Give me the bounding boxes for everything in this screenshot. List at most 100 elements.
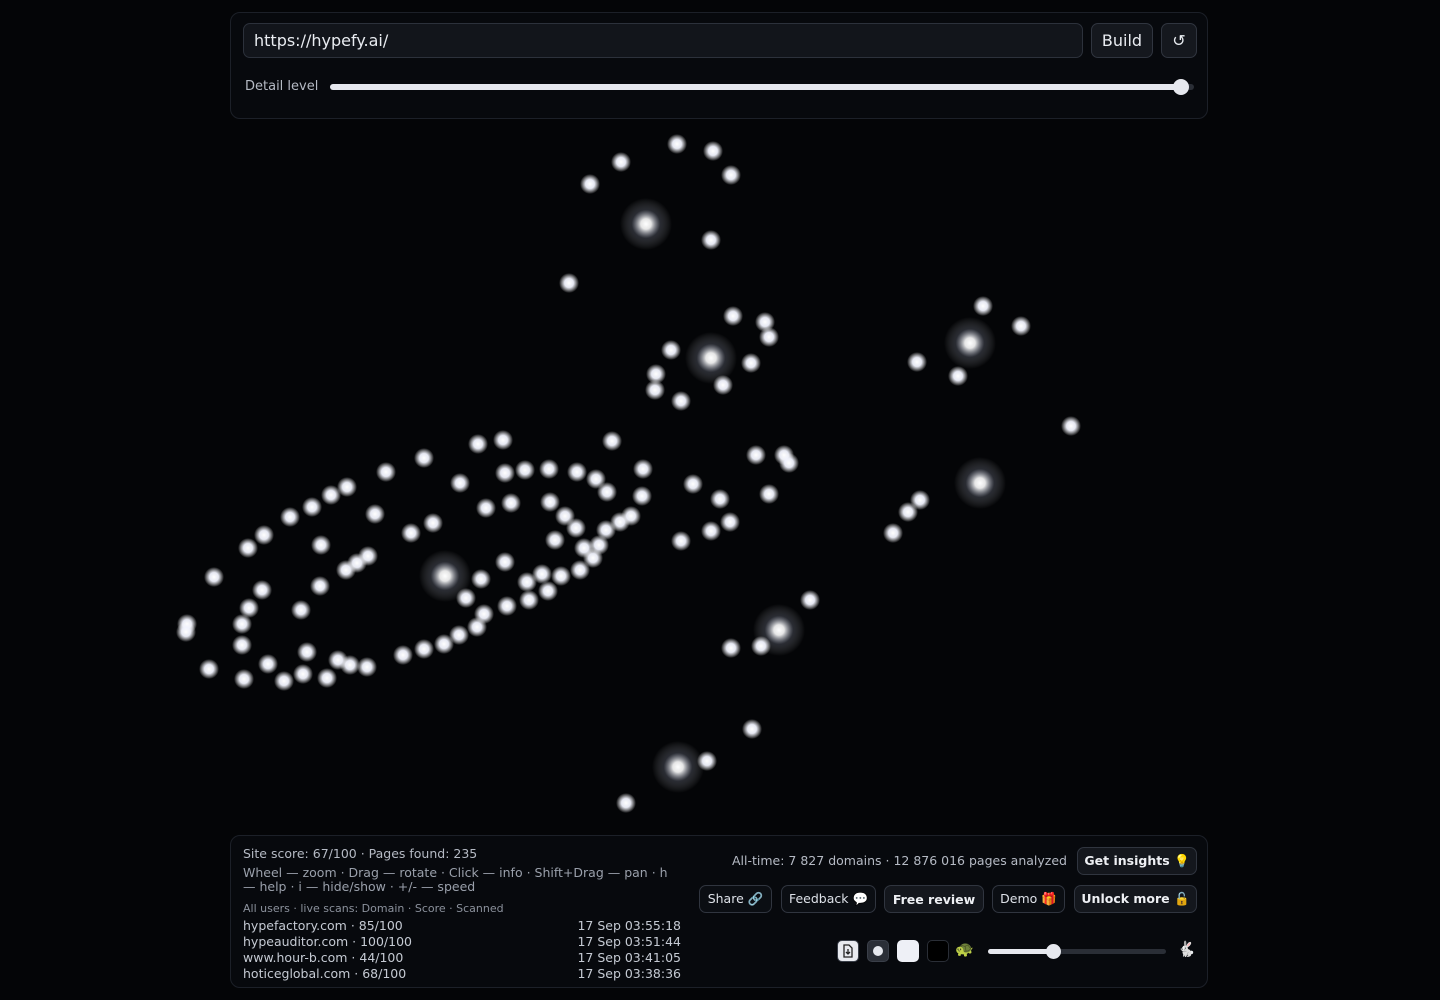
graph-node[interactable] — [274, 671, 294, 691]
detail-level-slider[interactable] — [330, 79, 1194, 95]
graph-node[interactable] — [580, 174, 600, 194]
graph-node[interactable] — [515, 460, 535, 480]
graph-node[interactable] — [721, 165, 741, 185]
graph-node[interactable] — [574, 538, 594, 558]
graph-node-hub[interactable] — [685, 332, 737, 384]
graph-node[interactable] — [204, 567, 224, 587]
graph-node[interactable] — [449, 625, 469, 645]
graph-node[interactable] — [1011, 316, 1031, 336]
graph-node[interactable] — [907, 352, 927, 372]
graph-node[interactable] — [297, 642, 317, 662]
graph-node[interactable] — [723, 306, 743, 326]
graph-node[interactable] — [476, 498, 496, 518]
list-item[interactable]: hypefactory.com · 85/100 17 Sep 03:55:18 — [243, 918, 681, 934]
graph-node[interactable] — [746, 445, 766, 465]
graph-node[interactable] — [597, 482, 617, 502]
graph-node[interactable] — [280, 507, 300, 527]
graph-node[interactable] — [559, 273, 579, 293]
graph-node[interactable] — [567, 462, 587, 482]
graph-node[interactable] — [497, 596, 517, 616]
graph-node[interactable] — [376, 462, 396, 482]
graph-node[interactable] — [710, 489, 730, 509]
graph-node[interactable] — [414, 639, 434, 659]
graph-node[interactable] — [328, 650, 348, 670]
speed-slider[interactable] — [988, 944, 1166, 959]
graph-node[interactable] — [701, 521, 721, 541]
graph-node[interactable] — [633, 459, 653, 479]
graph-node[interactable] — [671, 531, 691, 551]
graph-node[interactable] — [632, 486, 652, 506]
graph-node[interactable] — [545, 530, 565, 550]
graph-node[interactable] — [238, 538, 258, 558]
demo-button[interactable]: Demo 🎁 — [992, 885, 1065, 913]
graph-node[interactable] — [365, 504, 385, 524]
graph-node[interactable] — [566, 518, 586, 538]
graph-node[interactable] — [683, 474, 703, 494]
detail-level-thumb[interactable] — [1173, 79, 1190, 95]
graph-node[interactable] — [671, 391, 691, 411]
graph-node[interactable] — [291, 600, 311, 620]
graph-node[interactable] — [401, 523, 421, 543]
free-review-button[interactable]: Free review — [884, 885, 984, 913]
graph-node[interactable] — [414, 448, 434, 468]
graph-node[interactable] — [703, 141, 723, 161]
url-input[interactable] — [243, 23, 1083, 58]
graph-node[interactable] — [493, 430, 513, 450]
graph-node-hub[interactable] — [954, 457, 1006, 509]
graph-node[interactable] — [302, 497, 322, 517]
graph-node[interactable] — [254, 525, 274, 545]
graph-node[interactable] — [645, 380, 665, 400]
reset-icon[interactable]: ↺ — [1161, 23, 1197, 58]
graph-node[interactable] — [539, 459, 559, 479]
graph-node[interactable] — [456, 588, 476, 608]
graph-node[interactable] — [713, 375, 733, 395]
graph-node[interactable] — [310, 576, 330, 596]
graph-node[interactable] — [357, 657, 377, 677]
graph-node[interactable] — [471, 569, 491, 589]
graph-nodes[interactable] — [176, 134, 1081, 813]
graph-node[interactable] — [336, 560, 356, 580]
graph-node[interactable] — [742, 719, 762, 739]
graph-node[interactable] — [232, 614, 252, 634]
graph-node[interactable] — [468, 434, 488, 454]
graph-node[interactable] — [800, 590, 820, 610]
graph-node[interactable] — [495, 463, 515, 483]
graph-node-hub[interactable] — [652, 741, 704, 793]
graph-node[interactable] — [293, 664, 313, 684]
graph-node[interactable] — [474, 604, 494, 624]
graph-node-hub[interactable] — [620, 198, 672, 250]
graph-node[interactable] — [621, 506, 641, 526]
share-button[interactable]: Share 🔗 — [699, 885, 772, 913]
graph-node[interactable] — [667, 134, 687, 154]
graph-node[interactable] — [759, 327, 779, 347]
graph-node[interactable] — [199, 659, 219, 679]
graph-node[interactable] — [519, 590, 539, 610]
graph-node[interactable] — [551, 566, 571, 586]
build-button[interactable]: Build — [1091, 23, 1153, 58]
unlock-more-button[interactable]: Unlock more 🔓 — [1074, 885, 1197, 913]
list-item[interactable]: hoticeglobal.com · 68/100 17 Sep 03:38:3… — [243, 966, 681, 982]
graph-node[interactable] — [721, 638, 741, 658]
graph-node[interactable] — [495, 552, 515, 572]
graph-node[interactable] — [611, 152, 631, 172]
graph-node[interactable] — [741, 353, 761, 373]
dark-theme-swatch[interactable] — [927, 940, 949, 962]
graph-node[interactable] — [234, 669, 254, 689]
graph-node[interactable] — [540, 492, 560, 512]
graph-node[interactable] — [973, 296, 993, 316]
graph-node[interactable] — [450, 473, 470, 493]
graph-node-hub[interactable] — [944, 317, 996, 369]
graph-node[interactable] — [697, 751, 717, 771]
graph-node[interactable] — [898, 502, 918, 522]
list-item[interactable]: hypeauditor.com · 100/100 17 Sep 03:51:4… — [243, 934, 681, 950]
light-theme-swatch[interactable] — [897, 940, 919, 962]
dot-icon[interactable] — [867, 940, 889, 962]
graph-node[interactable] — [176, 622, 196, 642]
graph-node[interactable] — [883, 523, 903, 543]
graph-node[interactable] — [258, 654, 278, 674]
graph-node[interactable] — [701, 230, 721, 250]
graph-node[interactable] — [948, 366, 968, 386]
graph-node[interactable] — [532, 564, 552, 584]
graph-node[interactable] — [311, 535, 331, 555]
graph-node[interactable] — [751, 636, 771, 656]
